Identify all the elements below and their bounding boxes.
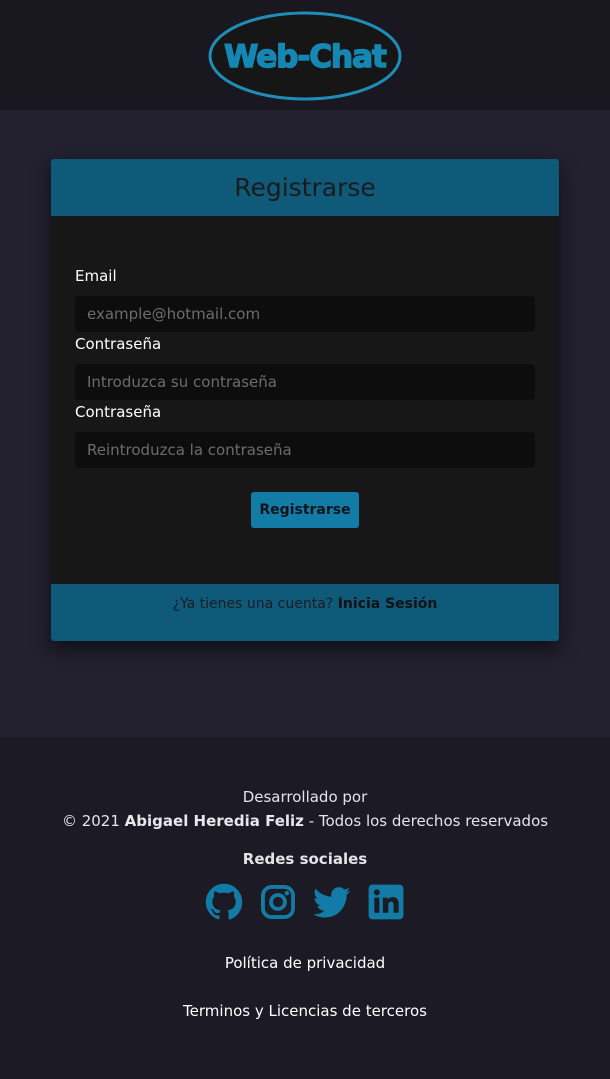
github-icon[interactable] [205,883,243,921]
twitter-icon[interactable] [313,883,351,921]
register-title: Registrarse [234,173,376,202]
email-field[interactable] [75,296,535,332]
social-links [205,883,405,923]
logo-text: Web-Chat [224,39,387,75]
confirm-password-label: Contraseña [75,403,162,421]
copyright-line: © 2021 Abigael Heredia Feliz - Todos los… [0,812,610,830]
linkedin-icon[interactable] [367,883,405,921]
author-name: Abigael Heredia Feliz [124,812,304,830]
developed-by-text: Desarrollado por [242,788,368,806]
login-question: ¿Ya tienes una cuenta? [172,596,334,612]
password-field[interactable] [75,364,535,400]
password-label: Contraseña [75,335,162,353]
email-label: Email [75,267,117,285]
card-footer: ¿Ya tienes una cuenta? Inicia Sesión [51,584,559,641]
social-title: Redes sociales [242,850,368,868]
terms-link[interactable]: Terminos y Licencias de terceros [183,1002,427,1020]
register-button[interactable]: Registrarse [251,492,359,528]
card-header: Registrarse [51,159,559,216]
copyright-text: © 2021 [61,812,120,830]
register-card: Registrarse Email Contraseña Contraseña … [51,159,559,641]
privacy-policy-link[interactable]: Política de privacidad [225,954,385,972]
login-link[interactable]: Inicia Sesión [338,596,438,612]
page-footer: Desarrollado por © 2021 Abigael Heredia … [0,737,610,1079]
top-bar: Web-Chat [0,0,610,110]
rights-text: - Todos los derechos reservados [308,812,549,830]
web-chat-logo[interactable]: Web-Chat [208,10,402,102]
instagram-icon[interactable] [259,883,297,921]
confirm-password-field[interactable] [75,432,535,468]
